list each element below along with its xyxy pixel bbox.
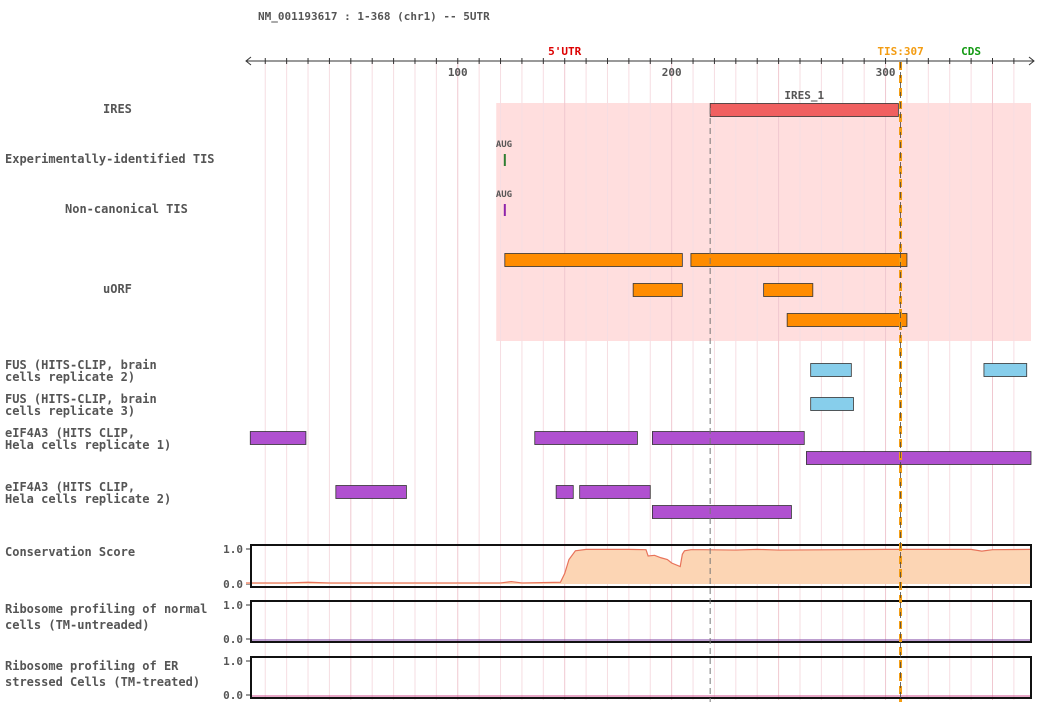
track-label: cells replicate 2) [5, 370, 135, 384]
feature-bar [579, 485, 651, 499]
feature-bar [690, 253, 908, 267]
signal-track-label: Ribosome profiling of ER [5, 659, 179, 673]
feature-bar [652, 431, 805, 445]
feature-bar [709, 103, 899, 117]
feature-bar [810, 397, 854, 411]
track-label: Hela cells replicate 2) [5, 492, 171, 506]
ires-region-background [496, 103, 1031, 341]
signal-ymin-label: 0.0 [223, 633, 243, 646]
x-axis-tick-label: 300 [876, 66, 896, 79]
feature-bar [806, 451, 1032, 465]
region-label-cds: CDS [961, 45, 981, 58]
track-label: uORF [103, 282, 132, 296]
feature-bar [763, 283, 814, 297]
feature-bar [983, 363, 1028, 377]
feature-bar [652, 505, 792, 519]
genome-track-chart: NM_001193617 : 1-368 (chr1) -- 5UTR 100 2… [5, 10, 1035, 702]
transcript-title: NM_001193617 : 1-368 (chr1) -- 5UTR [258, 10, 490, 23]
x-axis-tick-label: 100 [448, 66, 468, 79]
tis-codon-label: AUG [496, 190, 512, 200]
feature-bar [632, 283, 683, 297]
conservation-area [246, 549, 1031, 584]
signal-track-label: cells (TM-untreaded) [5, 618, 150, 632]
feature-bar [786, 313, 908, 327]
region-label-tis-307: TIS:307 [877, 45, 923, 58]
track-label: IRES [103, 102, 132, 116]
signal-track-label: stressed Cells (TM-treated) [5, 675, 200, 689]
signal-ymin-label: 0.0 [223, 689, 243, 702]
signal-track-frame [250, 656, 1032, 699]
signal-track-label: Conservation Score [5, 545, 135, 559]
feature-name-label: IRES_1 [784, 89, 824, 102]
feature-bar [249, 431, 307, 445]
track-label: Non-canonical TIS [65, 202, 188, 216]
track-label: Experimentally-identified TIS [5, 152, 215, 166]
x-axis-tick-label: 200 [662, 66, 682, 79]
track-label: cells replicate 3) [5, 404, 135, 418]
signal-ymax-label: 1.0 [223, 599, 243, 612]
signal-track-label: Ribosome profiling of normal [5, 602, 207, 616]
feature-bar [534, 431, 638, 445]
feature-bar [335, 485, 407, 499]
feature-bar [555, 485, 574, 499]
feature-bar [504, 253, 683, 267]
signal-ymax-label: 1.0 [223, 655, 243, 668]
signal-ymax-label: 1.0 [223, 543, 243, 556]
track-label: Hela cells replicate 1) [5, 438, 171, 452]
signal-ymin-label: 0.0 [223, 578, 243, 591]
tis-codon-label: AUG [496, 140, 512, 150]
feature-bar [810, 363, 852, 377]
region-label-5-utr: 5'UTR [548, 45, 581, 58]
signal-track-frame [250, 600, 1032, 643]
genome-browser-viewer: NM_001193617 : 1-368 (chr1) -- 5UTR 100 2… [0, 0, 1050, 710]
